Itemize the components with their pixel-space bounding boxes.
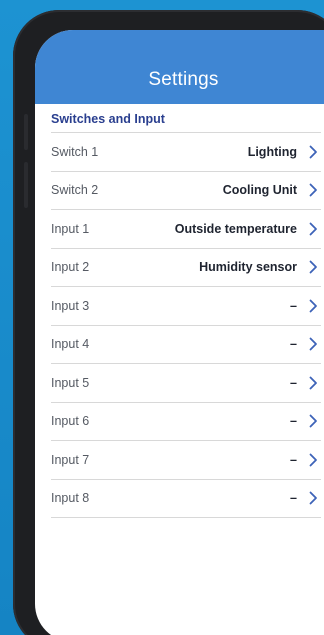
page-title: Settings xyxy=(148,69,219,90)
background: Settings Switches and Input Switch 1 Ligh… xyxy=(0,0,324,635)
phone-frame: Settings Switches and Input Switch 1 Ligh… xyxy=(13,10,324,635)
settings-row-input-7[interactable]: Input 7 – xyxy=(51,441,321,480)
chevron-right-icon[interactable] xyxy=(305,221,321,237)
settings-row-input-3[interactable]: Input 3 – xyxy=(51,287,321,326)
chevron-right-icon[interactable] xyxy=(305,144,321,160)
phone-side-button xyxy=(24,114,28,150)
settings-row-switch-1[interactable]: Switch 1 Lighting xyxy=(51,133,321,172)
chevron-right-icon[interactable] xyxy=(305,452,321,468)
settings-list: Switch 1 Lighting Switch 2 Cooling Unit Inpu… xyxy=(51,133,321,518)
section-title: Switches and Input xyxy=(51,112,321,133)
chevron-right-icon[interactable] xyxy=(305,259,321,275)
row-value: – xyxy=(290,298,297,313)
chevron-right-icon[interactable] xyxy=(305,413,321,429)
row-label: Input 2 xyxy=(51,260,90,275)
row-value: – xyxy=(290,414,297,429)
settings-row-input-2[interactable]: Input 2 Humidity sensor xyxy=(51,249,321,287)
app-screen: Settings Switches and Input Switch 1 Ligh… xyxy=(35,30,324,635)
settings-row-input-5[interactable]: Input 5 – xyxy=(51,364,321,403)
phone-side-button xyxy=(24,162,28,208)
settings-row-input-4[interactable]: Input 4 – xyxy=(51,326,321,364)
row-label: Switch 2 xyxy=(51,183,99,198)
row-label: Input 8 xyxy=(51,491,90,506)
row-value: Outside temperature xyxy=(174,221,297,236)
settings-row-input-1[interactable]: Input 1 Outside temperature xyxy=(51,210,321,249)
row-label: Input 3 xyxy=(51,298,90,313)
row-label: Switch 1 xyxy=(51,144,99,159)
row-value: – xyxy=(290,337,297,352)
chevron-right-icon[interactable] xyxy=(305,490,321,506)
settings-row-input-6[interactable]: Input 6 – xyxy=(51,403,321,441)
chevron-right-icon[interactable] xyxy=(305,336,321,352)
row-label: Input 5 xyxy=(51,375,90,390)
row-label: Input 7 xyxy=(51,452,90,467)
row-value: Cooling Unit xyxy=(222,183,297,198)
row-label: Input 4 xyxy=(51,337,90,352)
row-value: – xyxy=(290,375,297,390)
row-value: Lighting xyxy=(247,144,297,159)
row-label: Input 1 xyxy=(51,221,90,236)
chevron-right-icon[interactable] xyxy=(305,375,321,391)
chevron-right-icon[interactable] xyxy=(305,182,321,198)
settings-row-switch-2[interactable]: Switch 2 Cooling Unit xyxy=(51,172,321,210)
row-value: – xyxy=(290,452,297,467)
row-value: – xyxy=(290,491,297,506)
row-label: Input 6 xyxy=(51,414,90,429)
row-value: Humidity sensor xyxy=(199,260,297,275)
app-header: Settings xyxy=(35,30,324,104)
settings-row-input-8[interactable]: Input 8 – xyxy=(51,480,321,518)
chevron-right-icon[interactable] xyxy=(305,298,321,314)
